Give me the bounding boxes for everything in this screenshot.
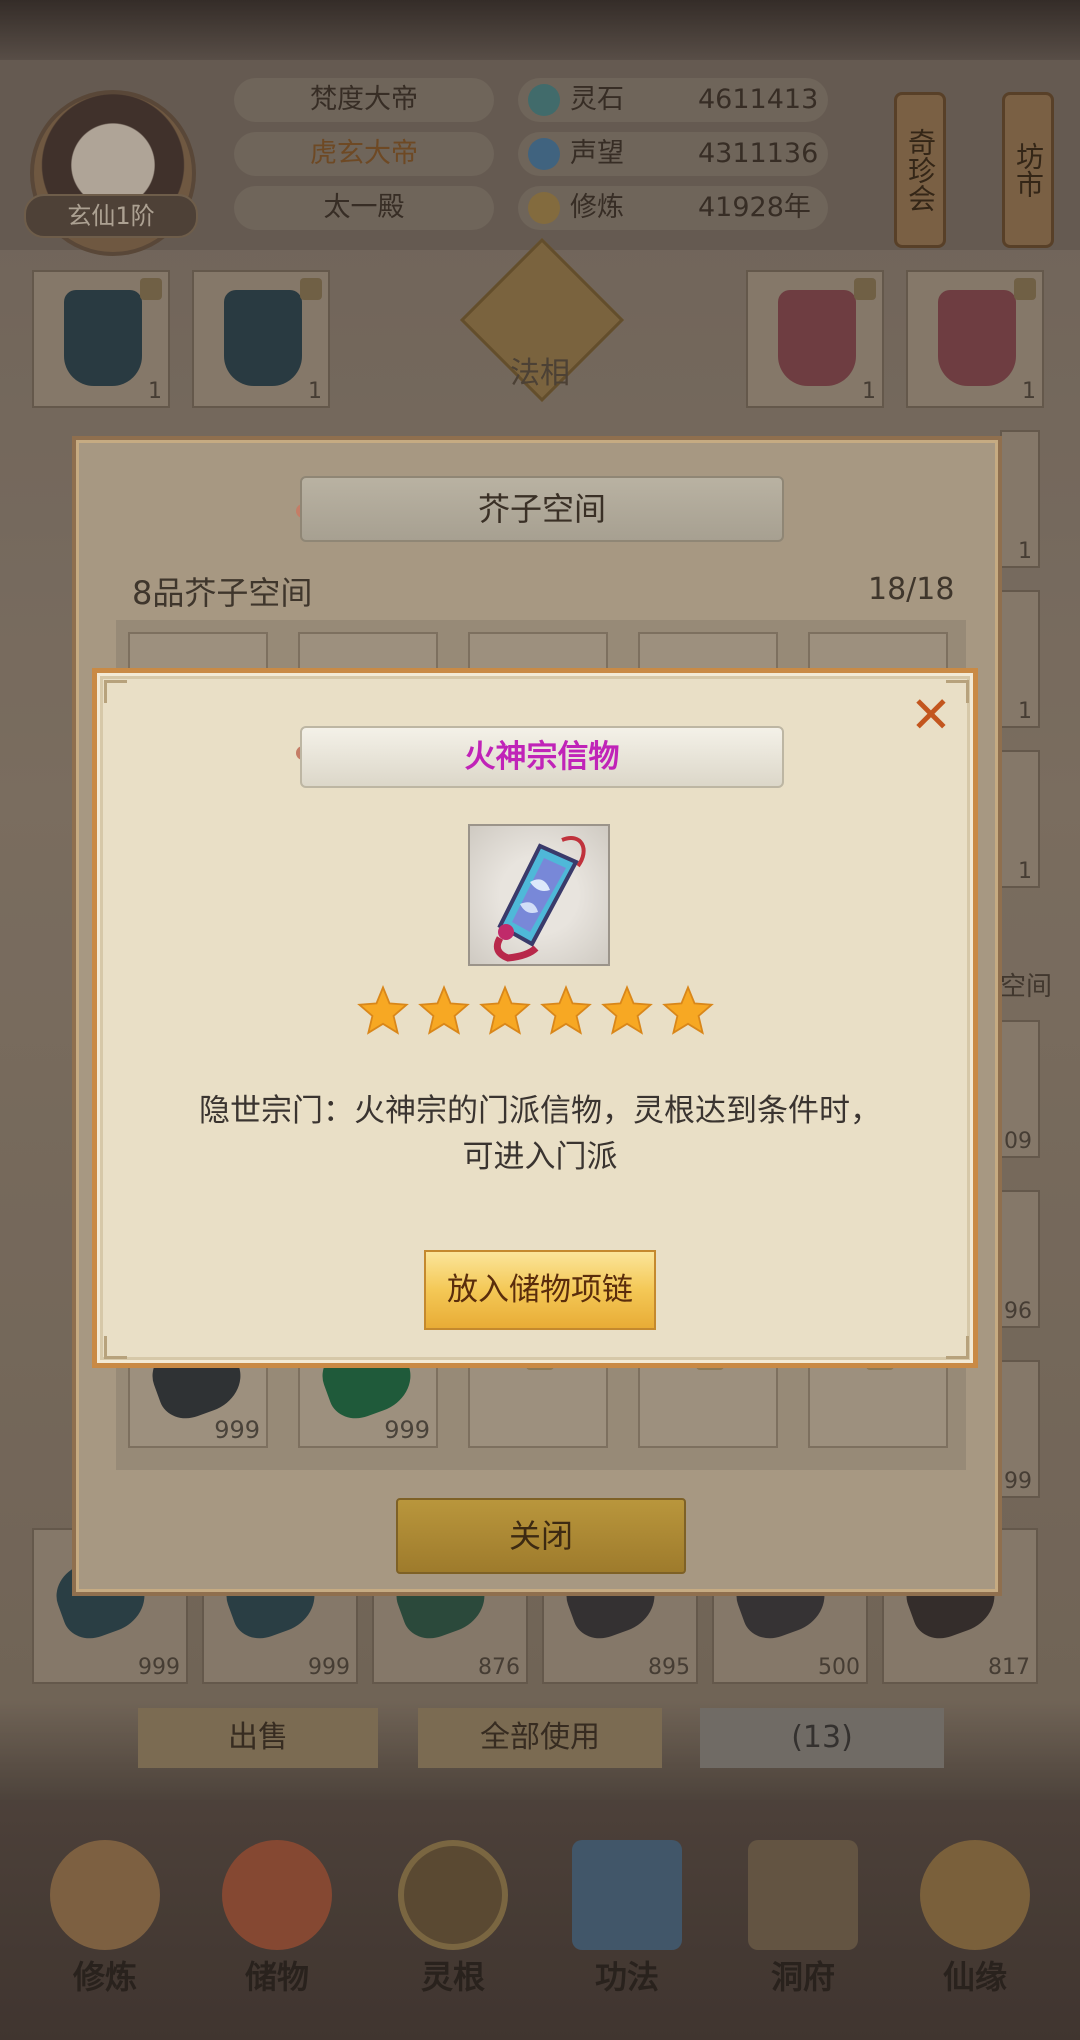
storage-capacity: 18/18: [868, 572, 955, 607]
sect-token-icon: [493, 836, 586, 962]
item-count: 999: [384, 1416, 430, 1444]
star-rating: [356, 984, 726, 1044]
star-icon: [418, 984, 470, 1035]
dialog-corner: [104, 680, 127, 703]
star-icon: [479, 984, 531, 1035]
storage-grade: 8品芥子空间: [132, 574, 313, 612]
item-description: 隐世宗门：火神宗的门派信物，灵根达到条件时， 可进入门派: [120, 1088, 960, 1180]
item-name: 火神宗信物: [300, 726, 784, 788]
close-icon[interactable]: ✕: [906, 690, 956, 740]
item-count: 999: [214, 1416, 260, 1444]
dialog-corner: [946, 1336, 969, 1359]
star-icon: [357, 984, 409, 1035]
star-icon: [601, 984, 653, 1035]
description-line: 可进入门派: [462, 1139, 618, 1175]
storage-close-button[interactable]: 关闭: [396, 1498, 686, 1574]
dialog-corner: [104, 1336, 127, 1359]
star-icon: [540, 984, 592, 1035]
star-icon: [662, 984, 714, 1035]
item-image-frame: [468, 824, 610, 966]
put-in-storage-necklace-button[interactable]: 放入储物项链: [424, 1250, 656, 1330]
storage-panel-title: 芥子空间: [300, 476, 784, 542]
description-line: 隐世宗门：火神宗的门派信物，灵根达到条件时，: [199, 1093, 881, 1129]
